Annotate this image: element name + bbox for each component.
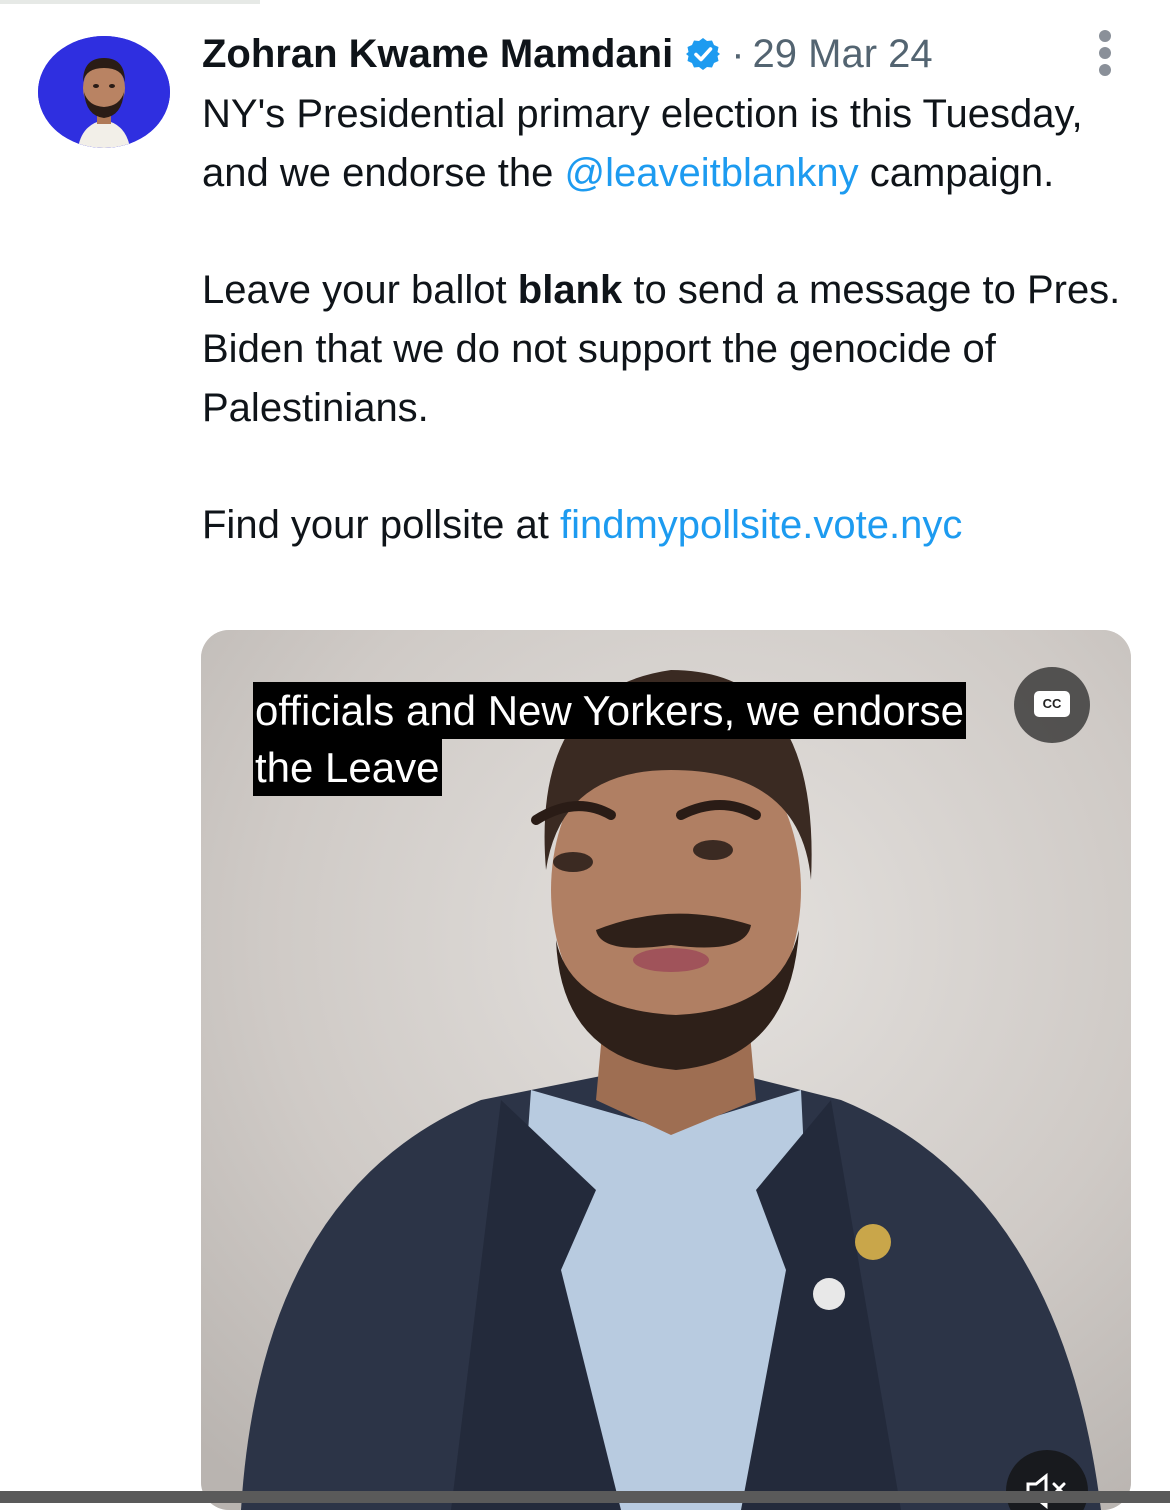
tweet-paragraph-2: Leave your ballot blank to send a messag… — [202, 261, 1142, 437]
caption-line-1: officials and New Yorkers, we endorse — [253, 682, 966, 739]
tweet-bold-text: blank — [517, 268, 623, 313]
tweet: Zohran Kwame Mamdani · 29 Mar 24 NY's Pr… — [0, 0, 1170, 1510]
bottom-edge-bar — [0, 1491, 1170, 1503]
caption-line-2: the Leave — [253, 739, 442, 796]
closed-captions-icon: CC — [1034, 691, 1070, 717]
closed-captions-button[interactable]: CC — [1014, 667, 1090, 743]
tweet-text-segment: campaign. — [858, 150, 1055, 195]
header-separator: · — [731, 31, 745, 76]
pollsite-link[interactable]: findmypollsite.vote.nyc — [560, 503, 962, 547]
tweet-header: Zohran Kwame Mamdani · 29 Mar 24 — [202, 30, 933, 78]
verified-badge-icon — [685, 36, 721, 72]
avatar[interactable] — [38, 36, 170, 148]
timestamp[interactable]: 29 Mar 24 — [753, 32, 933, 77]
video-caption: officials and New Yorkers, we endorse th… — [253, 682, 966, 796]
tweet-paragraph-3: Find your pollsite at findmypollsite.vot… — [202, 496, 1142, 555]
author-name[interactable]: Zohran Kwame Mamdani — [202, 32, 673, 77]
avatar-portrait-icon — [38, 36, 170, 148]
video-player[interactable]: officials and New Yorkers, we endorse th… — [201, 630, 1131, 1510]
tweet-text-segment: Find your pollsite at — [202, 502, 560, 547]
tweet-body: NY's Presidential primary election is th… — [202, 85, 1142, 555]
tweet-paragraph-1: NY's Presidential primary election is th… — [202, 85, 1142, 202]
tweet-text-segment: Leave your ballot — [202, 268, 518, 313]
more-options-icon[interactable] — [1088, 28, 1122, 78]
mention-link[interactable]: @leaveitblankny — [564, 151, 858, 195]
